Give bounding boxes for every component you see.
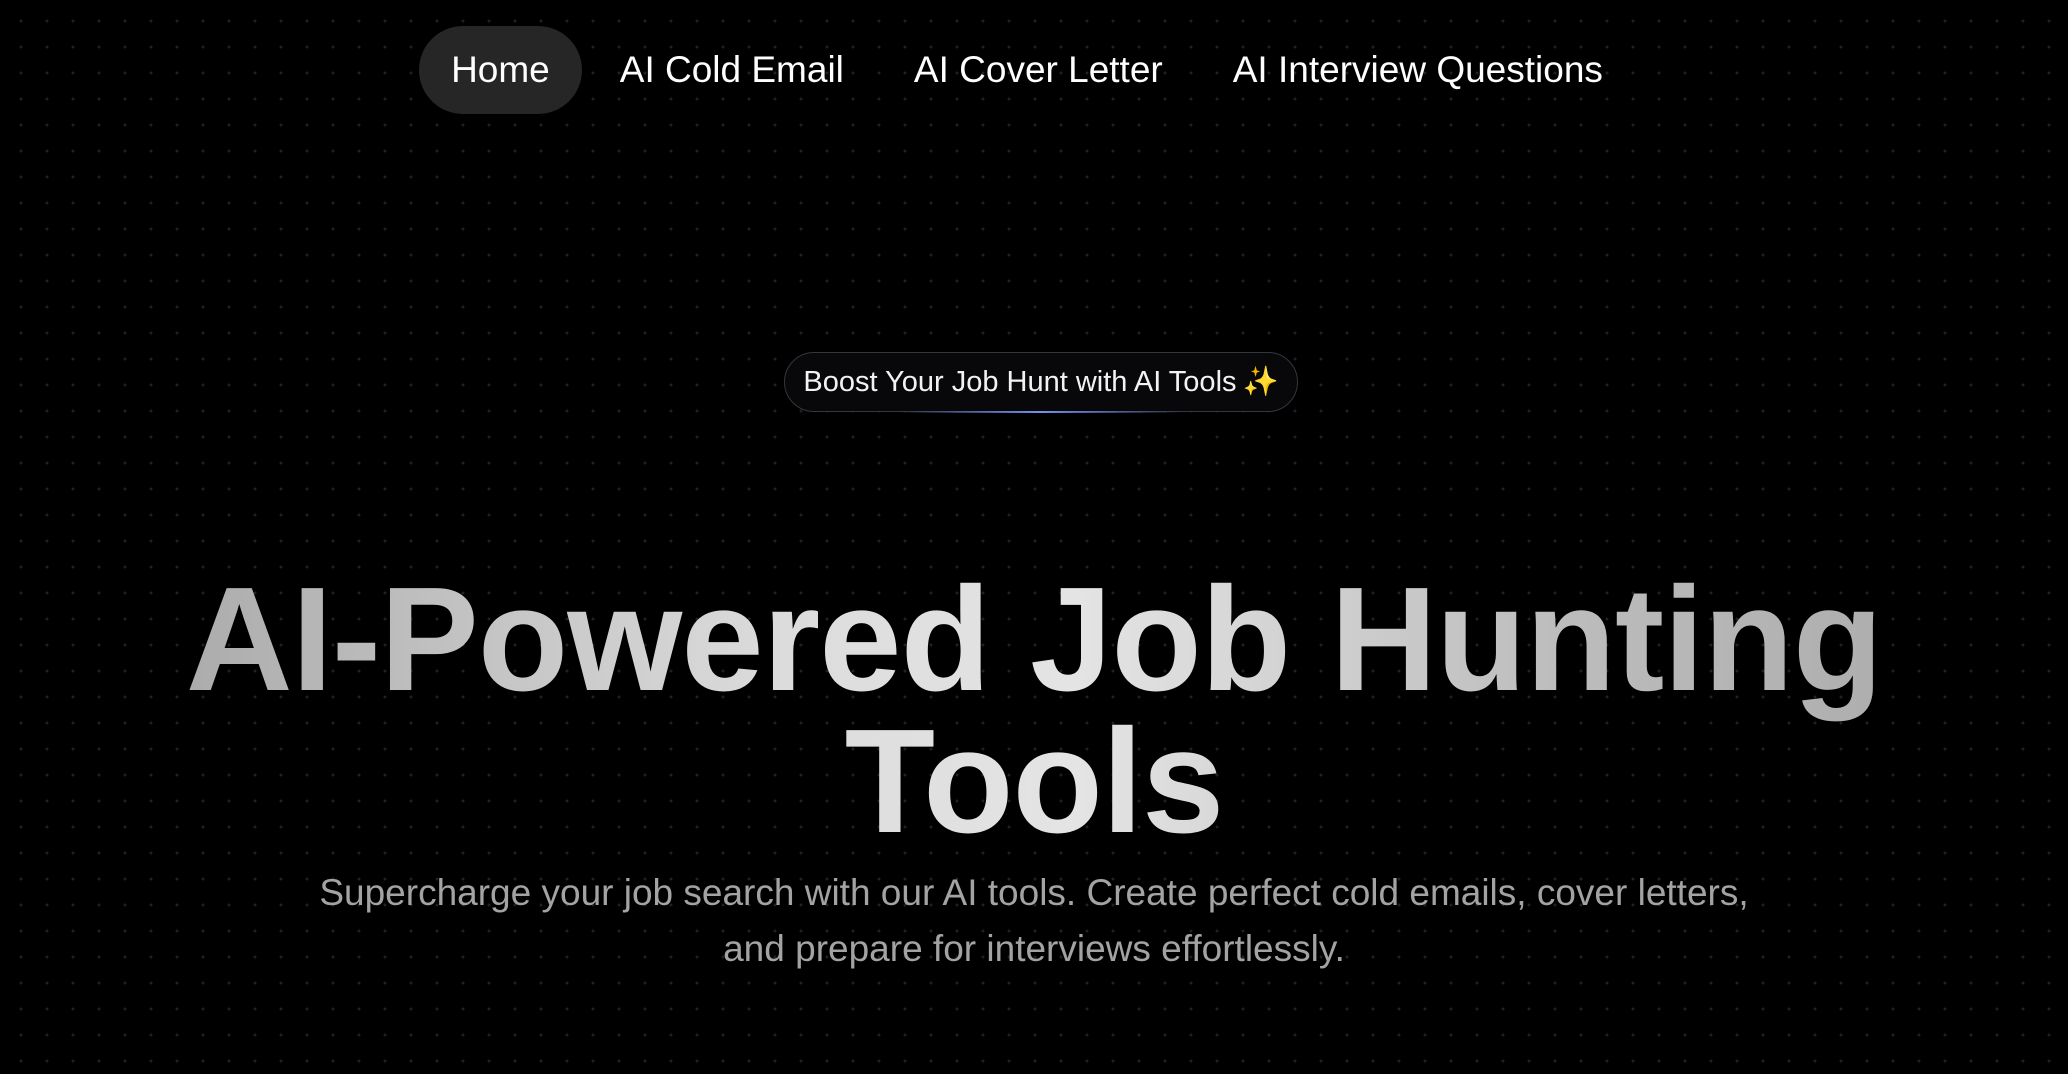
hero-badge: Boost Your Job Hunt with AI Tools ✨ xyxy=(784,352,1298,413)
hero-subtitle-line-1: Supercharge your job search with our AI … xyxy=(319,872,1749,913)
hero-subtitle: Supercharge your job search with our AI … xyxy=(0,865,2068,977)
hero-title: AI-Powered Job Hunting Tools xyxy=(0,569,2068,853)
nav-item-ai-interview-questions[interactable]: AI Interview Questions xyxy=(1201,26,1635,114)
hero-badge-container: Boost Your Job Hunt with AI Tools ✨ xyxy=(0,352,2068,413)
hero-title-line-2: Tools xyxy=(844,699,1224,865)
badge-glow-line xyxy=(897,411,1185,413)
page: Home AI Cold Email AI Cover Letter AI In… xyxy=(0,0,2068,1074)
nav-item-ai-cover-letter[interactable]: AI Cover Letter xyxy=(882,26,1195,114)
hero-title-line-1: AI-Powered Job Hunting xyxy=(185,557,1883,723)
nav-item-ai-cold-email[interactable]: AI Cold Email xyxy=(588,26,876,114)
nav-pill-group: Home AI Cold Email AI Cover Letter AI In… xyxy=(419,26,1635,114)
sparkles-icon: ✨ xyxy=(1242,366,1279,398)
top-navigation: Home AI Cold Email AI Cover Letter AI In… xyxy=(0,26,2068,114)
nav-item-home[interactable]: Home xyxy=(419,26,582,114)
hero-badge-text: Boost Your Job Hunt with AI Tools xyxy=(803,366,1237,398)
hero-subtitle-line-2: and prepare for interviews effortlessly. xyxy=(723,928,1345,969)
